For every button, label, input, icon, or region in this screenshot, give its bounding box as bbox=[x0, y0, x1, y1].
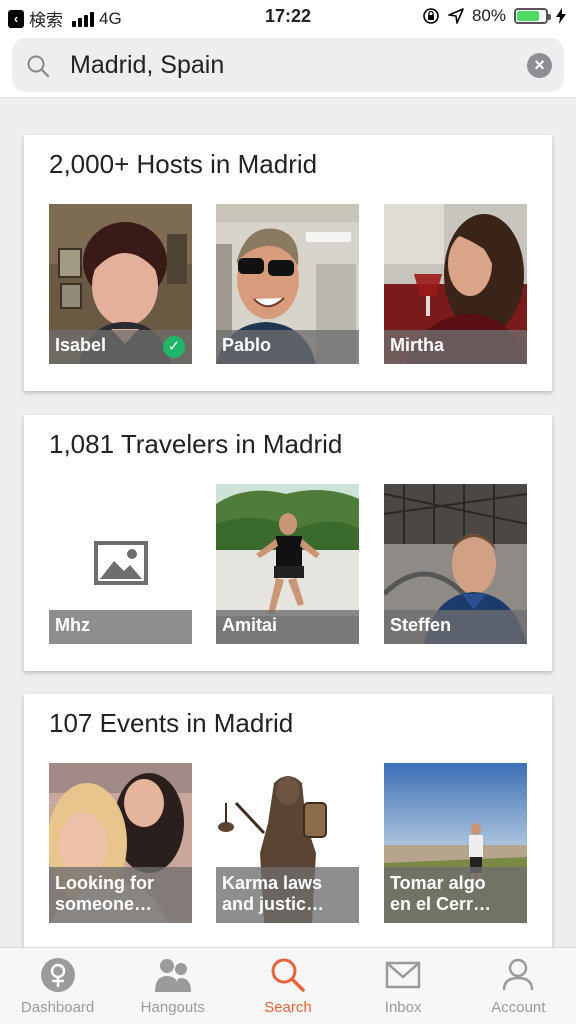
events-card[interactable]: 107 Events in Madrid Looking for someone… bbox=[24, 694, 552, 947]
status-bar: ‹ 検索 4G 17:22 80% bbox=[0, 0, 576, 34]
event-label-line1: Karma laws bbox=[222, 873, 323, 893]
event-label-line2: and justic… bbox=[222, 894, 325, 914]
search-icon bbox=[27, 55, 50, 78]
travelers-card[interactable]: 1,081 Travelers in Madrid Mhz Amitai Ste… bbox=[24, 415, 552, 671]
rotation-lock-icon bbox=[423, 8, 439, 24]
event-tile-tomar-algo[interactable]: Tomar algo en el Cerr… bbox=[384, 763, 527, 923]
charging-bolt-icon bbox=[556, 8, 566, 24]
travelers-title[interactable]: 1,081 Travelers in Madrid bbox=[49, 429, 342, 460]
search-input[interactable]: Madrid, Spain bbox=[70, 48, 224, 82]
event-label: Tomar algo en el Cerr… bbox=[384, 867, 527, 923]
traveler-tile-steffen[interactable]: Steffen bbox=[384, 484, 527, 644]
event-label-line1: Tomar algo bbox=[390, 873, 486, 893]
verified-check-icon: ✓ bbox=[163, 336, 185, 358]
hosts-card[interactable]: 2,000+ Hosts in Madrid Isabel ✓ Pablo Mi… bbox=[24, 135, 552, 391]
tab-bar: Dashboard Hangouts Search Inbox Account bbox=[0, 947, 576, 1024]
battery-icon bbox=[514, 8, 551, 24]
battery-percent: 80% bbox=[471, 6, 506, 25]
tab-label: Account bbox=[491, 999, 546, 1016]
tab-label: Search bbox=[264, 999, 312, 1016]
people-icon bbox=[154, 959, 191, 992]
traveler-name: Amitai bbox=[216, 610, 359, 644]
tab-label: Dashboard bbox=[20, 999, 95, 1016]
traveler-name: Mhz bbox=[49, 610, 192, 644]
host-name: Mirtha bbox=[384, 330, 527, 364]
hosts-title[interactable]: 2,000+ Hosts in Madrid bbox=[49, 149, 317, 180]
search-icon bbox=[271, 958, 305, 992]
tab-dashboard[interactable]: Dashboard bbox=[0, 948, 115, 1024]
event-tile-looking-for[interactable]: Looking for someone… bbox=[49, 763, 192, 923]
tab-label: Inbox bbox=[384, 999, 422, 1016]
tab-label: Hangouts bbox=[140, 999, 205, 1016]
event-label: Karma laws and justic… bbox=[216, 867, 359, 923]
host-tile-mirtha[interactable]: Mirtha bbox=[384, 204, 527, 364]
tab-inbox[interactable]: Inbox bbox=[346, 948, 461, 1024]
traveler-tile-amitai[interactable]: Amitai bbox=[216, 484, 359, 644]
event-label-line2: en el Cerr… bbox=[390, 894, 492, 914]
location-arrow-icon bbox=[448, 8, 464, 24]
host-tile-pablo[interactable]: Pablo bbox=[216, 204, 359, 364]
search-header: Madrid, Spain × bbox=[0, 34, 576, 98]
clear-search-icon[interactable]: × bbox=[527, 53, 552, 78]
traveler-tile-mhz[interactable]: Mhz bbox=[49, 484, 192, 644]
status-right: 80% bbox=[422, 6, 566, 26]
tab-hangouts[interactable]: Hangouts bbox=[115, 948, 230, 1024]
tab-account[interactable]: Account bbox=[461, 948, 576, 1024]
image-placeholder-icon bbox=[94, 541, 148, 585]
user-icon bbox=[503, 958, 534, 991]
host-name: Pablo bbox=[216, 330, 359, 364]
event-tile-karma-laws[interactable]: Karma laws and justic… bbox=[216, 763, 359, 923]
search-field[interactable]: Madrid, Spain × bbox=[12, 38, 564, 92]
battery-fill bbox=[517, 11, 540, 21]
traveler-name: Steffen bbox=[384, 610, 527, 644]
event-label-line1: Looking for bbox=[55, 873, 154, 893]
dashboard-icon bbox=[40, 958, 75, 992]
envelope-icon bbox=[385, 961, 421, 989]
tab-search[interactable]: Search bbox=[230, 948, 345, 1024]
event-label: Looking for someone… bbox=[49, 867, 192, 923]
host-tile-isabel[interactable]: Isabel ✓ bbox=[49, 204, 192, 364]
events-title[interactable]: 107 Events in Madrid bbox=[49, 708, 293, 739]
event-label-line2: someone… bbox=[55, 894, 153, 914]
